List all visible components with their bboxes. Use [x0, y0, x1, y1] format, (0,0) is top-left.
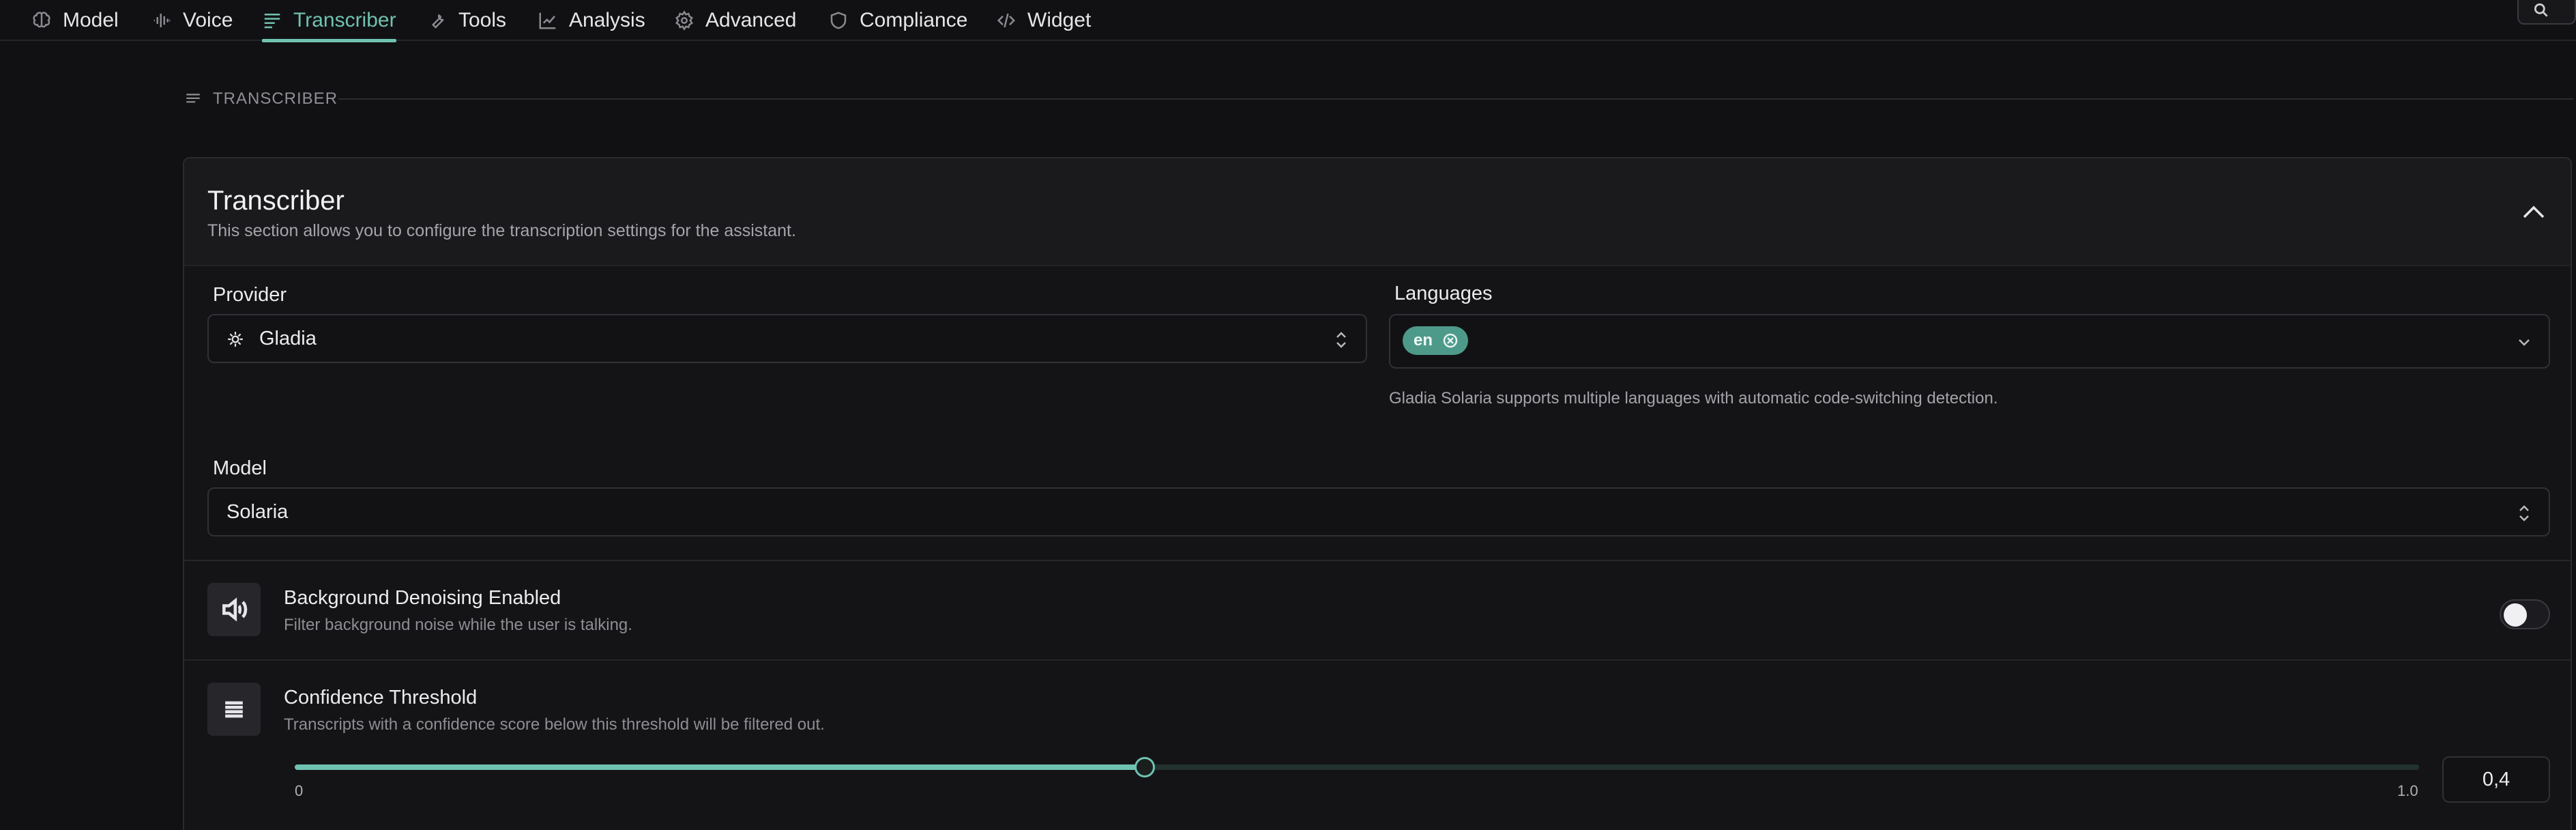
chevron-down-icon: [2519, 339, 2530, 346]
denoising-toggle[interactable]: [2500, 599, 2550, 629]
tab-label: Transcriber: [293, 9, 396, 31]
provider-label: Provider: [213, 284, 287, 306]
tab-label: Voice: [183, 9, 233, 31]
tab-label: Advanced: [705, 9, 797, 31]
tab-label: Widget: [1027, 9, 1092, 31]
top-tab-bar: Model Voice Transcriber Tools Analysis A…: [0, 0, 2576, 42]
provider-value: Gladia: [259, 327, 317, 349]
tab-label: Compliance: [860, 9, 968, 31]
chart-line-icon: [539, 12, 556, 29]
lines-icon: [225, 701, 243, 718]
slider-min-label: 0: [295, 782, 304, 799]
chevron-updown-icon: [2519, 505, 2529, 521]
tab-tools[interactable]: Tools: [427, 0, 506, 41]
toggle-knob: [2504, 603, 2527, 627]
tab-voice[interactable]: Voice: [151, 0, 233, 41]
lines-icon-box: [207, 683, 261, 736]
card-header: Transcriber This section allows you to c…: [184, 158, 2571, 266]
confidence-subtitle: Transcripts with a confidence score belo…: [284, 715, 825, 734]
denoising-subtitle: Filter background noise while the user i…: [284, 616, 632, 634]
provider-select[interactable]: Gladia: [207, 314, 1367, 363]
speaker-icon-box: [207, 583, 261, 636]
gladia-logo-icon: [228, 332, 243, 347]
card-title: Transcriber: [207, 186, 345, 216]
confidence-slider[interactable]: [295, 757, 2419, 777]
shield-icon: [830, 12, 847, 29]
search-button[interactable]: [2517, 0, 2576, 25]
section-title: TRANSCRIBER: [213, 89, 338, 108]
section-divider: [338, 98, 2573, 100]
language-chip[interactable]: en: [1403, 326, 1469, 355]
tab-model[interactable]: Model: [31, 0, 119, 41]
wrench-icon: [431, 14, 444, 29]
confidence-value-input[interactable]: 0,4: [2442, 756, 2550, 803]
chevron-updown-icon: [1336, 332, 1346, 348]
languages-label: Languages: [1394, 283, 1493, 304]
chip-label: en: [1414, 331, 1433, 349]
text-lines-icon: [186, 94, 200, 103]
tab-label: Model: [63, 9, 119, 31]
model-label: Model: [213, 457, 267, 479]
remove-circle-icon[interactable]: [1442, 332, 1459, 349]
languages-select[interactable]: en: [1389, 314, 2550, 369]
tab-analysis[interactable]: Analysis: [538, 0, 645, 41]
tab-widget[interactable]: Widget: [996, 0, 1091, 41]
code-icon: [997, 13, 1016, 28]
tab-compliance[interactable]: Compliance: [828, 0, 967, 41]
speaker-icon: [222, 597, 248, 622]
text-lines-icon: [264, 14, 280, 29]
row-divider: [184, 560, 2571, 561]
waveform-icon: [153, 14, 171, 27]
languages-help-text: Gladia Solaria supports multiple languag…: [1389, 389, 1998, 407]
slider-thumb[interactable]: [1134, 757, 1155, 777]
chevron-up-icon: [2523, 205, 2545, 218]
slider-max-label: 1.0: [2397, 782, 2418, 799]
gear-icon: [675, 10, 693, 31]
card-description: This section allows you to configure the…: [207, 221, 796, 240]
tab-label: Analysis: [569, 9, 645, 31]
denoising-title: Background Denoising Enabled: [284, 587, 561, 609]
slider-fill: [295, 764, 1145, 770]
confidence-title: Confidence Threshold: [284, 687, 478, 709]
tab-transcriber[interactable]: Transcriber: [262, 0, 396, 42]
transcriber-card: Transcriber This section allows you to c…: [183, 157, 2572, 830]
section-header: TRANSCRIBER: [184, 87, 338, 111]
collapse-button[interactable]: [2520, 199, 2547, 224]
model-value: Solaria: [226, 500, 289, 523]
tab-advanced[interactable]: Advanced: [674, 0, 796, 41]
brain-icon: [33, 12, 50, 28]
tab-label: Tools: [458, 9, 507, 31]
row-divider: [184, 659, 2571, 661]
model-select[interactable]: Solaria: [207, 487, 2550, 536]
search-icon: [2534, 3, 2548, 17]
